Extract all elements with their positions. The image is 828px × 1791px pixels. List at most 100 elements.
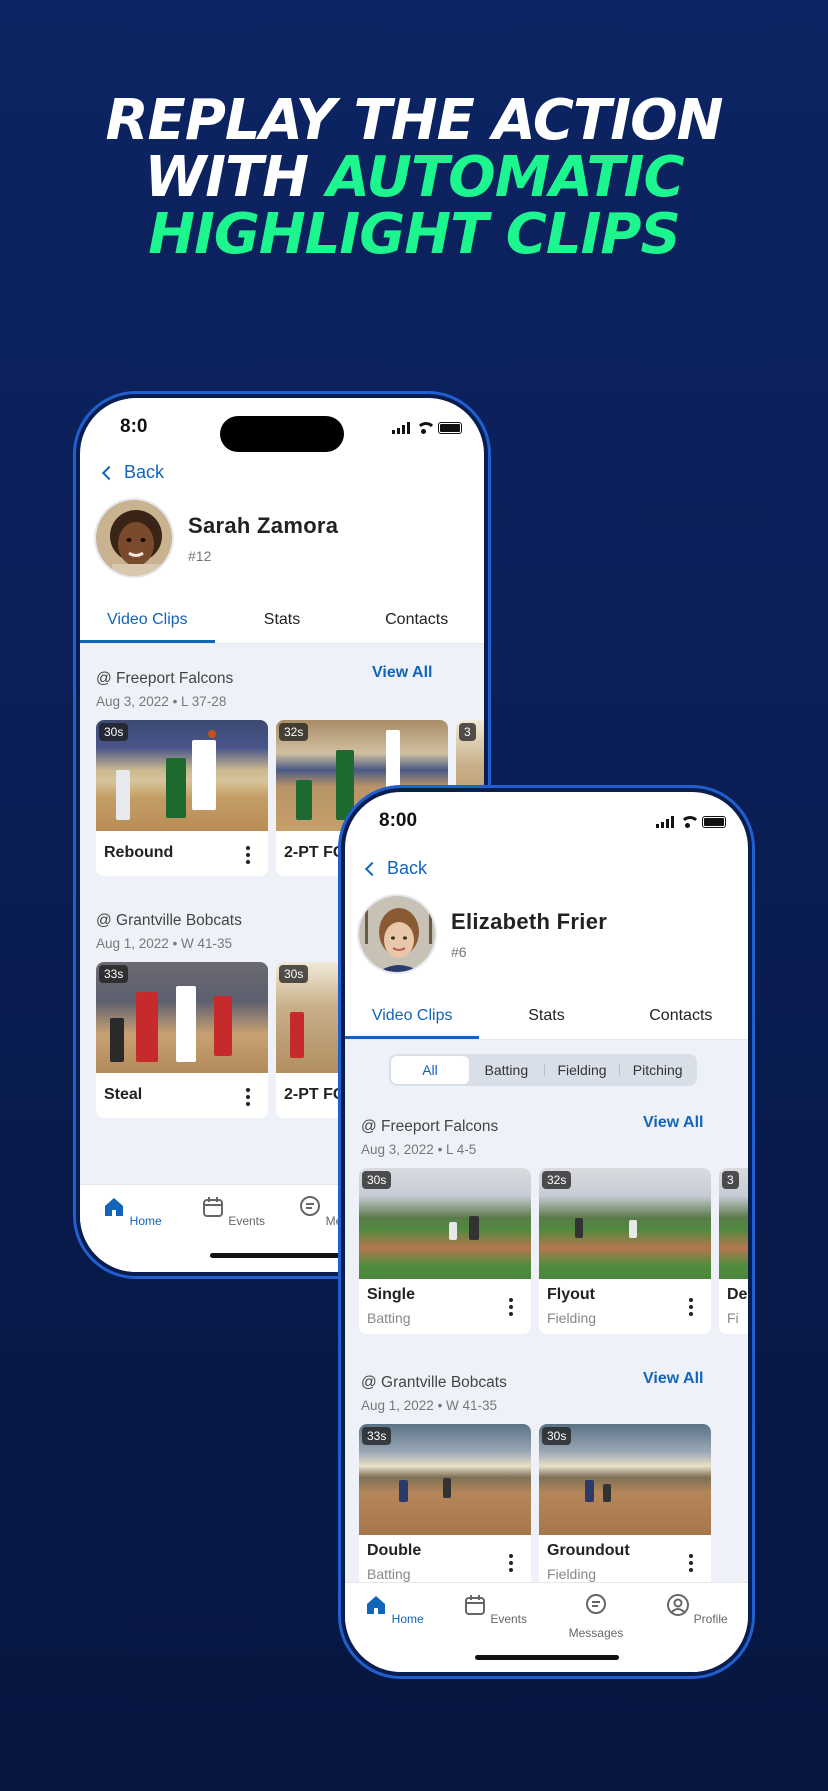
group-info: Aug 3, 2022 • L 37-28 <box>96 694 227 709</box>
clip-duration: 32s <box>279 723 309 741</box>
clip-category: Batting <box>367 1566 411 1582</box>
headline-line-2-green: AUTOMATIC <box>326 145 685 210</box>
tab-video-clips[interactable]: Video Clips <box>80 598 215 643</box>
messages-icon <box>586 1594 606 1614</box>
battery-icon <box>702 816 726 828</box>
clip-label: De <box>727 1286 748 1303</box>
headline-line-2-white: WITH <box>144 145 327 210</box>
home-indicator <box>474 1655 619 1660</box>
signal-icon <box>656 816 674 828</box>
clip-card[interactable]: 3 De Fi <box>719 1168 748 1334</box>
more-icon[interactable] <box>689 1554 693 1575</box>
clip-category: Batting <box>367 1310 411 1326</box>
clip-card[interactable]: 30s Rebound <box>96 720 268 876</box>
filter-batting[interactable]: Batting <box>469 1056 544 1084</box>
clip-thumbnail: 30s <box>359 1168 531 1279</box>
back-button[interactable]: Back <box>364 858 428 879</box>
clip-label: Single <box>367 1286 416 1303</box>
view-all-link[interactable]: View All <box>643 1370 703 1388</box>
filter-all[interactable]: All <box>391 1056 469 1084</box>
tab-contacts[interactable]: Contacts <box>349 598 484 643</box>
filter-fielding[interactable]: Fielding <box>545 1056 620 1084</box>
profile-tabs: Video Clips Stats Contacts <box>80 598 484 644</box>
headline: REPLAY THE ACTION WITH AUTOMATIC HIGHLIG… <box>0 92 828 263</box>
tab-home[interactable]: Home <box>354 1593 434 1626</box>
status-time: 8:00 <box>379 810 418 831</box>
tab-events-label: Events <box>228 1214 266 1228</box>
clip-card[interactable]: 33s Double Batting <box>359 1424 531 1590</box>
clip-category: Fielding <box>547 1310 597 1326</box>
more-icon[interactable] <box>509 1298 513 1319</box>
tab-messages[interactable]: Messages <box>556 1593 636 1640</box>
group-opponent: @ Grantville Bobcats <box>361 1374 507 1391</box>
player-header: Elizabeth Frier #6 <box>357 894 607 974</box>
clip-thumbnail: 30s <box>539 1424 711 1535</box>
headline-line-2: WITH AUTOMATIC <box>0 149 828 206</box>
home-icon <box>105 1198 124 1216</box>
clip-duration: 33s <box>99 965 129 983</box>
more-icon[interactable] <box>689 1298 693 1319</box>
more-icon[interactable] <box>246 846 250 867</box>
clip-duration: 33s <box>362 1427 392 1445</box>
dynamic-island <box>220 416 344 452</box>
status-bar: 8:00 <box>345 792 748 852</box>
clip-category: Fielding <box>547 1566 597 1582</box>
player-name: Elizabeth Frier <box>451 908 608 934</box>
clip-duration: 3 <box>459 723 476 741</box>
more-icon[interactable] <box>246 1088 250 1109</box>
calendar-icon <box>464 1595 485 1615</box>
tab-home-label: Home <box>129 1214 162 1228</box>
player-header: Sarah Zamora #12 <box>94 498 338 578</box>
clip-duration: 3 <box>722 1171 739 1189</box>
clip-category: Fi <box>727 1310 739 1326</box>
clip-card[interactable]: 30s Single Batting <box>359 1168 531 1334</box>
wifi-icon <box>680 816 700 828</box>
clip-duration: 30s <box>362 1171 392 1189</box>
back-button[interactable]: Back <box>101 462 165 483</box>
tab-events[interactable]: Events <box>193 1195 273 1228</box>
status-bar: 8:0 <box>80 398 484 458</box>
clip-label: Rebound <box>104 844 174 861</box>
view-all-link[interactable]: View All <box>372 664 432 682</box>
more-icon[interactable] <box>509 1554 513 1575</box>
clip-label: Steal <box>104 1086 143 1103</box>
clip-card[interactable]: 33s Steal <box>96 962 268 1118</box>
tab-events-label: Events <box>490 1612 528 1626</box>
player-number: #6 <box>451 943 467 960</box>
back-label: Back <box>387 858 428 878</box>
phone-elizabeth-frier: 8:00 Back Elizabeth Frier #6 Video Clips… <box>341 788 752 1676</box>
clip-label: Flyout <box>547 1286 595 1303</box>
avatar <box>357 894 437 974</box>
battery-icon <box>438 422 462 434</box>
tab-stats[interactable]: Stats <box>479 994 613 1039</box>
player-number: #12 <box>188 547 212 564</box>
clip-thumbnail: 3 <box>719 1168 748 1279</box>
clip-card[interactable]: 30s Groundout Fielding <box>539 1424 711 1590</box>
view-all-link[interactable]: View All <box>643 1114 703 1132</box>
clip-label: 2-PT FG <box>284 844 346 861</box>
tab-video-clips[interactable]: Video Clips <box>345 994 480 1039</box>
group-opponent: @ Grantville Bobcats <box>96 912 242 929</box>
filter-pitching[interactable]: Pitching <box>620 1056 695 1084</box>
tab-profile-label: Profile <box>693 1612 728 1626</box>
clip-thumbnail: 30s <box>96 720 268 831</box>
back-label: Back <box>124 462 165 482</box>
group-opponent: @ Freeport Falcons <box>96 670 234 687</box>
messages-icon <box>300 1196 321 1216</box>
profile-icon <box>667 1594 690 1616</box>
clip-duration: 30s <box>279 965 309 983</box>
tab-contacts[interactable]: Contacts <box>614 994 748 1039</box>
clip-filter-segmented: All Batting Fielding Pitching <box>389 1054 697 1086</box>
tab-stats[interactable]: Stats <box>215 598 350 643</box>
tab-profile[interactable]: Profile <box>657 1593 737 1626</box>
chevron-left-icon <box>364 861 380 876</box>
player-name: Sarah Zamora <box>188 512 339 538</box>
tab-home[interactable]: Home <box>92 1195 172 1228</box>
clip-label: Groundout <box>547 1542 630 1559</box>
headline-line-1: REPLAY THE ACTION <box>105 88 723 153</box>
chevron-left-icon <box>101 465 117 480</box>
tab-events[interactable]: Events <box>455 1593 535 1626</box>
clip-card[interactable]: 32s Flyout Fielding <box>539 1168 711 1334</box>
tab-home-label: Home <box>391 1612 424 1626</box>
signal-icon <box>392 422 410 434</box>
